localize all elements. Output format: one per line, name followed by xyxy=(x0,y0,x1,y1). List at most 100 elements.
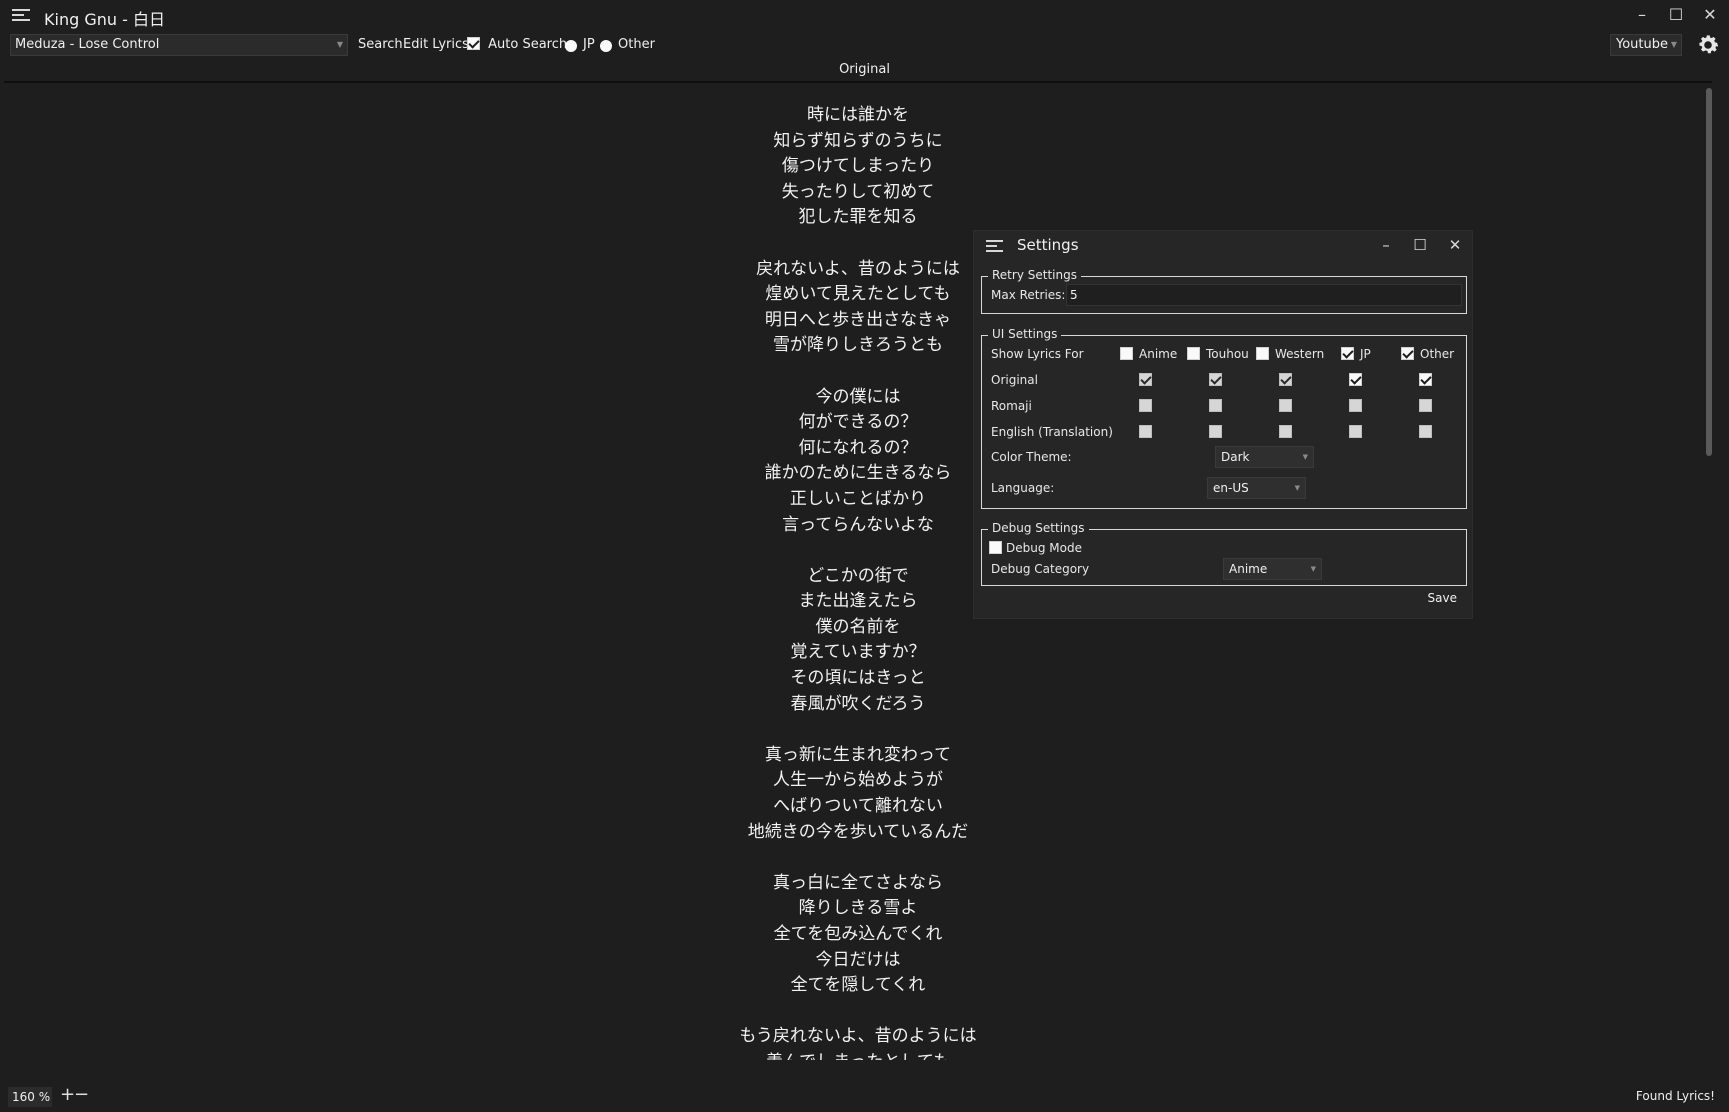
lyric-line: 全てを隠してくれ xyxy=(790,975,926,996)
debug-settings-group: Debug Settings Debug Mode Debug Category… xyxy=(981,521,1467,586)
menu-icon[interactable] xyxy=(986,240,1003,253)
language-select[interactable]: en-US ▼ xyxy=(1207,477,1306,499)
debug-category-value: Anime xyxy=(1229,562,1268,576)
auto-search-label: Auto Search xyxy=(488,37,568,52)
chevron-down-icon: ▼ xyxy=(1302,453,1308,461)
ui-settings-label: UI Settings xyxy=(988,327,1062,341)
lyric-blank-line xyxy=(4,845,1702,871)
edit-lyrics-button[interactable]: Edit Lyrics xyxy=(403,37,469,52)
category-touhou-checkbox[interactable] xyxy=(1187,347,1200,360)
maximize-button[interactable]: ☐ xyxy=(1659,2,1693,28)
toolbar: Meduza - Lose Control ▼ Search Edit Lyri… xyxy=(0,32,1729,58)
show-lyrics-for-label: Show Lyrics For xyxy=(991,347,1084,361)
category-other-label: Other xyxy=(1420,347,1455,361)
category-western-checkbox[interactable] xyxy=(1256,347,1269,360)
original-western-checkbox[interactable] xyxy=(1279,373,1292,386)
radio-other[interactable] xyxy=(600,40,612,52)
settings-title-bar: Settings – ☐ ✕ xyxy=(974,231,1472,261)
lyric-line: 人生一から始めようが xyxy=(773,770,943,791)
original-touhou-checkbox[interactable] xyxy=(1209,373,1222,386)
language-label: Language: xyxy=(991,481,1055,495)
category-jp-label: JP xyxy=(1360,347,1371,361)
row-romaji-label: Romaji xyxy=(991,399,1032,413)
romaji-jp-checkbox[interactable] xyxy=(1349,399,1362,412)
language-value: en-US xyxy=(1213,481,1249,495)
song-select[interactable]: Meduza - Lose Control ▼ xyxy=(10,34,348,56)
debug-category-select[interactable]: Anime ▼ xyxy=(1223,558,1322,580)
window-title: King Gnu - 白日 xyxy=(44,10,165,29)
color-theme-value: Dark xyxy=(1221,450,1250,464)
debug-mode-label: Debug Mode xyxy=(1006,541,1082,555)
debug-category-label: Debug Category xyxy=(991,562,1090,576)
category-other-checkbox[interactable] xyxy=(1401,347,1414,360)
english-western-checkbox[interactable] xyxy=(1279,425,1292,438)
zoom-level[interactable]: 160 % xyxy=(8,1087,52,1107)
category-anime-checkbox[interactable] xyxy=(1120,347,1133,360)
minimize-button[interactable]: – xyxy=(1625,2,1659,28)
romaji-anime-checkbox[interactable] xyxy=(1139,399,1152,412)
lyric-line: その頃にはきっと xyxy=(790,668,926,689)
lyric-line: 羨んでしまったとしても xyxy=(4,1050,1702,1060)
search-button[interactable]: Search xyxy=(358,37,403,52)
status-text: Found Lyrics! xyxy=(1635,1089,1715,1103)
lyric-line: 降りしきる雪よ xyxy=(798,898,918,919)
settings-maximize-button[interactable]: ☐ xyxy=(1405,232,1435,258)
color-theme-label: Color Theme: xyxy=(991,450,1072,464)
auto-search-checkbox[interactable] xyxy=(467,37,480,50)
title-bar: King Gnu - 白日 – ☐ ✕ xyxy=(0,0,1729,32)
lyric-line: 真っ白に全てさよなら xyxy=(773,872,943,893)
radio-jp[interactable] xyxy=(565,40,577,52)
lyric-line: 地続きの今を歩いているんだ xyxy=(747,821,969,842)
lyric-line: へばりついて離れない xyxy=(773,796,943,817)
lyric-line: 春風が吹くだろう xyxy=(790,693,926,714)
original-jp-checkbox[interactable] xyxy=(1349,373,1362,386)
close-button[interactable]: ✕ xyxy=(1693,2,1727,28)
source-select-value: Youtube xyxy=(1616,37,1668,52)
song-select-value: Meduza - Lose Control xyxy=(15,37,160,52)
settings-minimize-button[interactable]: – xyxy=(1371,232,1401,258)
english-anime-checkbox[interactable] xyxy=(1139,425,1152,438)
source-select[interactable]: Youtube ▼ xyxy=(1610,34,1682,56)
retry-settings-label: Retry Settings xyxy=(988,268,1081,282)
original-anime-checkbox[interactable] xyxy=(1139,373,1152,386)
auto-search-toggle[interactable]: Auto Search xyxy=(467,37,567,52)
debug-settings-label: Debug Settings xyxy=(988,521,1089,535)
romaji-western-checkbox[interactable] xyxy=(1279,399,1292,412)
zoom-in-button[interactable]: + xyxy=(60,1084,75,1105)
gear-icon[interactable] xyxy=(1695,32,1721,58)
zoom-out-button[interactable]: − xyxy=(74,1084,89,1105)
lyrics-scrollbar[interactable] xyxy=(1706,88,1712,456)
lyric-line: もう戻れないよ、昔のようには xyxy=(739,1026,977,1047)
lyric-line: 真っ新に生まれ変わって xyxy=(764,744,952,765)
category-western-label: Western xyxy=(1275,347,1325,361)
lyric-line: 覚えていますか？ xyxy=(790,642,926,663)
radio-other-label: Other xyxy=(618,37,655,52)
settings-title: Settings xyxy=(1017,236,1079,254)
english-touhou-checkbox[interactable] xyxy=(1209,425,1222,438)
romaji-touhou-checkbox[interactable] xyxy=(1209,399,1222,412)
category-anime-label: Anime xyxy=(1139,347,1178,361)
save-button[interactable]: Save xyxy=(1428,591,1457,605)
lyric-line: 時には誰かを xyxy=(807,105,909,125)
chevron-down-icon: ▼ xyxy=(1294,484,1300,492)
color-theme-select[interactable]: Dark ▼ xyxy=(1215,446,1314,468)
row-english-label: English (Translation) xyxy=(991,425,1113,439)
category-jp-checkbox[interactable] xyxy=(1341,347,1354,360)
chevron-down-icon: ▼ xyxy=(1670,40,1677,49)
english-jp-checkbox[interactable] xyxy=(1349,425,1362,438)
romaji-other-checkbox[interactable] xyxy=(1419,399,1432,412)
lyric-line: 知らず知らずのうちに xyxy=(773,130,943,151)
english-other-checkbox[interactable] xyxy=(1419,425,1432,438)
menu-icon[interactable] xyxy=(12,9,30,23)
lyrics-column-header: Original xyxy=(839,62,890,77)
settings-close-button[interactable]: ✕ xyxy=(1440,232,1470,258)
lyric-line: 傷つけてしまったり xyxy=(781,156,935,177)
original-other-checkbox[interactable] xyxy=(1419,373,1432,386)
lyric-line: 今日だけは xyxy=(815,949,901,970)
chevron-down-icon: ▼ xyxy=(336,40,343,49)
debug-mode-checkbox[interactable] xyxy=(989,541,1002,554)
radio-jp-label: JP xyxy=(583,37,595,52)
max-retries-input[interactable]: 5 xyxy=(1066,284,1462,306)
chevron-down-icon: ▼ xyxy=(1310,565,1316,573)
max-retries-label: Max Retries: xyxy=(991,288,1066,302)
